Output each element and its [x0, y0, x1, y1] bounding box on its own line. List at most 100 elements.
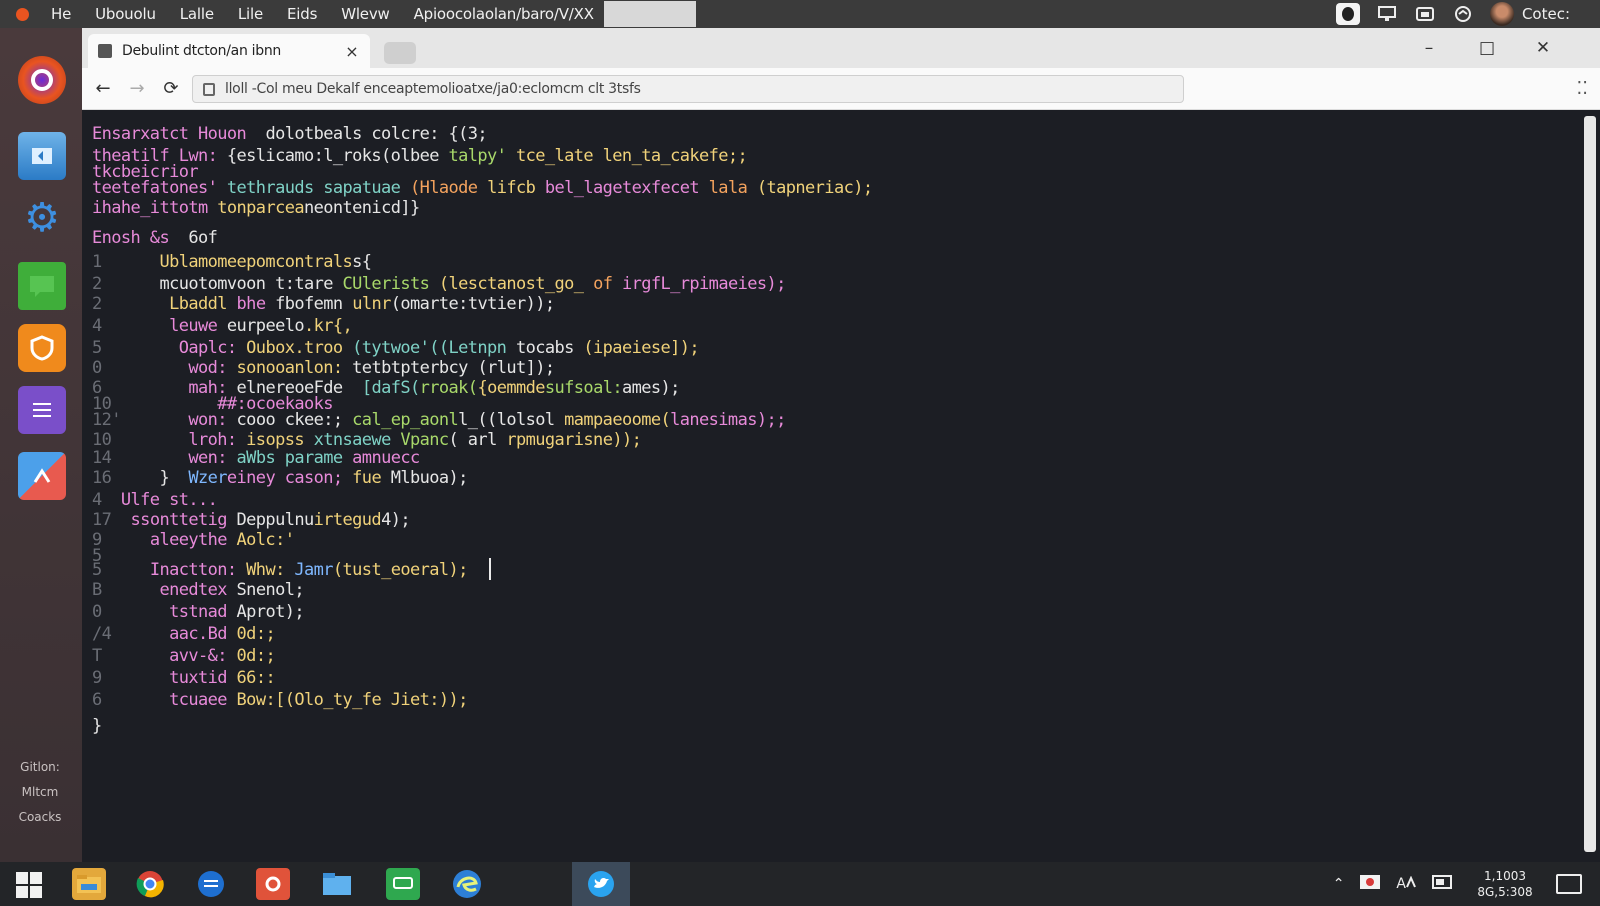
- menu-item-eids[interactable]: Eids: [287, 5, 317, 23]
- line-number: /4: [92, 624, 170, 644]
- flag-icon[interactable]: [1360, 875, 1381, 893]
- folder-icon[interactable]: [320, 868, 354, 900]
- code-token: neontenicd]}: [303, 198, 420, 218]
- edge-icon[interactable]: [450, 868, 484, 900]
- code-token: xtnsaewe: [313, 430, 401, 450]
- address-bar[interactable]: lloll -Col meu Dekalf enceaptemolioatxe/…: [192, 75, 1184, 103]
- code-line[interactable]: }: [92, 716, 102, 736]
- code-token: 66::: [236, 668, 276, 688]
- code-line[interactable]: 12' won: cooo ckee:; cal_ep_aonll_((lols…: [92, 410, 786, 430]
- code-token: .kr{,: [304, 316, 353, 336]
- close-dot-icon[interactable]: [16, 7, 29, 21]
- menu-item-lalle[interactable]: Lalle: [180, 5, 214, 23]
- code-token: bhe: [236, 294, 276, 314]
- ubuntu-icon[interactable]: [18, 56, 66, 104]
- code-token: 4);: [381, 510, 411, 530]
- code-line[interactable]: B enedtex Snenol;: [92, 580, 305, 600]
- record-icon[interactable]: [1335, 3, 1360, 25]
- code-line[interactable]: 5 Inactton: Whw: Jamr(tust_eoeral);: [92, 560, 477, 580]
- code-line[interactable]: ihahe_ittotm tonparceaneontenicd]}: [92, 198, 420, 218]
- code-token: 6of: [188, 228, 218, 248]
- input-language[interactable]: A: [1396, 875, 1416, 892]
- more-menu-icon[interactable]: ⁚⁚: [1577, 78, 1588, 99]
- code-token: Jamr: [294, 560, 333, 580]
- chrome-icon[interactable]: [133, 868, 167, 900]
- twitter-icon[interactable]: [584, 868, 618, 900]
- close-window-icon[interactable]: ✕: [1528, 36, 1558, 60]
- taskbar: ⌃ A 1,1003 8G,5:308: [0, 862, 1600, 906]
- code-line[interactable]: 2 mcuotomvoon t:tare CUlerists (lesctano…: [92, 274, 786, 294]
- browser-toolbar: ← → ⟳ lloll -Col meu Dekalf enceaptemoli…: [82, 68, 1600, 110]
- battery-icon[interactable]: [1432, 874, 1454, 894]
- minimize-icon[interactable]: –: [1414, 36, 1444, 60]
- code-token: [dafS(: [361, 378, 420, 398]
- code-token: wod:: [188, 358, 237, 378]
- user-name[interactable]: Cotec:: [1522, 5, 1570, 23]
- code-line[interactable]: 10 lroh: isopss xtnsaewe Vpanc( arl rpmu…: [92, 430, 642, 450]
- code-line[interactable]: Enosh &s 6of: [92, 228, 218, 248]
- shield-icon[interactable]: [18, 324, 66, 372]
- code-line[interactable]: 2 Lbaddl bhe fbofemn ulnr(omarte:tvtier)…: [92, 294, 555, 314]
- code-editor[interactable]: Ensarxatct Houon dolotbeals colcre: {(3;…: [82, 110, 1600, 862]
- code-line[interactable]: 9 tuxtid 66::: [92, 668, 276, 688]
- file-explorer-icon[interactable]: [72, 868, 106, 900]
- tools-icon[interactable]: [18, 452, 66, 500]
- code-line[interactable]: 14 wen: aWbs parame amnuecc: [92, 448, 420, 468]
- code-line[interactable]: 5 Oaplc: Oubox.troo (tytwoe'((Letnpn toc…: [92, 338, 700, 358]
- tab-active[interactable]: Debulint dtcton/an ibnn ×: [88, 34, 370, 68]
- code-token: tcuaee: [169, 690, 237, 710]
- menu-item-he[interactable]: He: [51, 5, 71, 23]
- top-menu: He Ubouolu Lalle Lile Eids Wlevw Apiooco…: [51, 0, 720, 28]
- code-line[interactable]: 0 wod: sonooanlon: tetbtpterbcy (rlut]);: [92, 358, 555, 378]
- notes-icon[interactable]: [18, 386, 66, 434]
- notification-icon[interactable]: [1556, 874, 1582, 894]
- settings-icon[interactable]: ⚙: [18, 194, 66, 242]
- vertical-scrollbar[interactable]: [1584, 116, 1596, 852]
- user-avatar[interactable]: [1489, 2, 1514, 26]
- line-number: 12': [92, 410, 189, 430]
- code-token: ( arl: [448, 430, 507, 450]
- network-icon[interactable]: [1452, 4, 1474, 24]
- media-icon[interactable]: [256, 868, 290, 900]
- messages-icon[interactable]: [386, 868, 420, 900]
- code-line[interactable]: 1 Ublamomeepomcontralss{: [92, 252, 372, 272]
- window-path: Apioocolaolan/baro/V/XX: [413, 5, 594, 23]
- code-token: (ipaeiese]);: [583, 338, 700, 358]
- menu-item-lile[interactable]: Lile: [238, 5, 263, 23]
- code-line[interactable]: 16 } Wzereiney cason; fue Mlbuoa);: [92, 468, 468, 488]
- code-token: rroak(: [419, 378, 478, 398]
- start-icon[interactable]: [16, 872, 42, 898]
- url-text[interactable]: lloll -Col meu Dekalf enceaptemolioatxe/…: [225, 81, 641, 97]
- code-line[interactable]: 0 tstnad Aprot);: [92, 602, 305, 622]
- code-line[interactable]: 6 tcuaee Bow:[(Olo_ty_fe Jiet:));: [92, 690, 468, 710]
- screenshot-icon[interactable]: [1414, 4, 1436, 24]
- line-number: 14: [92, 448, 189, 468]
- code-line[interactable]: teetefatones' tethrauds sapatuae (Hlaode…: [92, 178, 873, 198]
- new-tab-button[interactable]: [384, 42, 416, 64]
- maximize-icon[interactable]: □: [1472, 36, 1502, 60]
- page-info-icon[interactable]: [203, 82, 215, 96]
- code-line[interactable]: Ensarxatct Houon dolotbeals colcre: {(3;: [92, 124, 488, 144]
- menu-item-wlevw[interactable]: Wlevw: [341, 5, 390, 23]
- forward-arrow-icon[interactable]: →: [124, 76, 150, 102]
- code-line[interactable]: /4 aac.Bd 0d:;: [92, 624, 276, 644]
- code-line[interactable]: 4 leuwe eurpeelo.kr{,: [92, 316, 353, 336]
- chevron-up-icon[interactable]: ⌃: [1333, 876, 1345, 892]
- panel-blank-field[interactable]: [603, 1, 696, 27]
- reload-icon[interactable]: ⟳: [158, 76, 184, 102]
- code-line[interactable]: 9 aleeythe Aolc:': [92, 530, 295, 550]
- menu-item-ubouolu[interactable]: Ubouolu: [95, 5, 156, 23]
- code-token: tonparcea: [217, 198, 304, 218]
- tab-close-icon[interactable]: ×: [344, 42, 360, 61]
- code-line[interactable]: T avv-&: 0d:;: [92, 646, 276, 666]
- line-number: 5: [92, 338, 179, 358]
- back-arrow-icon[interactable]: ←: [90, 76, 116, 102]
- display-icon[interactable]: [1376, 4, 1398, 24]
- mail-icon[interactable]: [194, 868, 228, 900]
- clock[interactable]: 1,1003 8G,5:308: [1470, 868, 1540, 900]
- chat-icon[interactable]: [18, 262, 66, 310]
- code-line[interactable]: 4 Ulfe st...: [92, 490, 218, 510]
- files-icon[interactable]: [18, 132, 66, 180]
- code-line[interactable]: 17 ssonttetig Deppulnuirtegud4);: [92, 510, 411, 530]
- code-token: avv-&:: [169, 646, 237, 666]
